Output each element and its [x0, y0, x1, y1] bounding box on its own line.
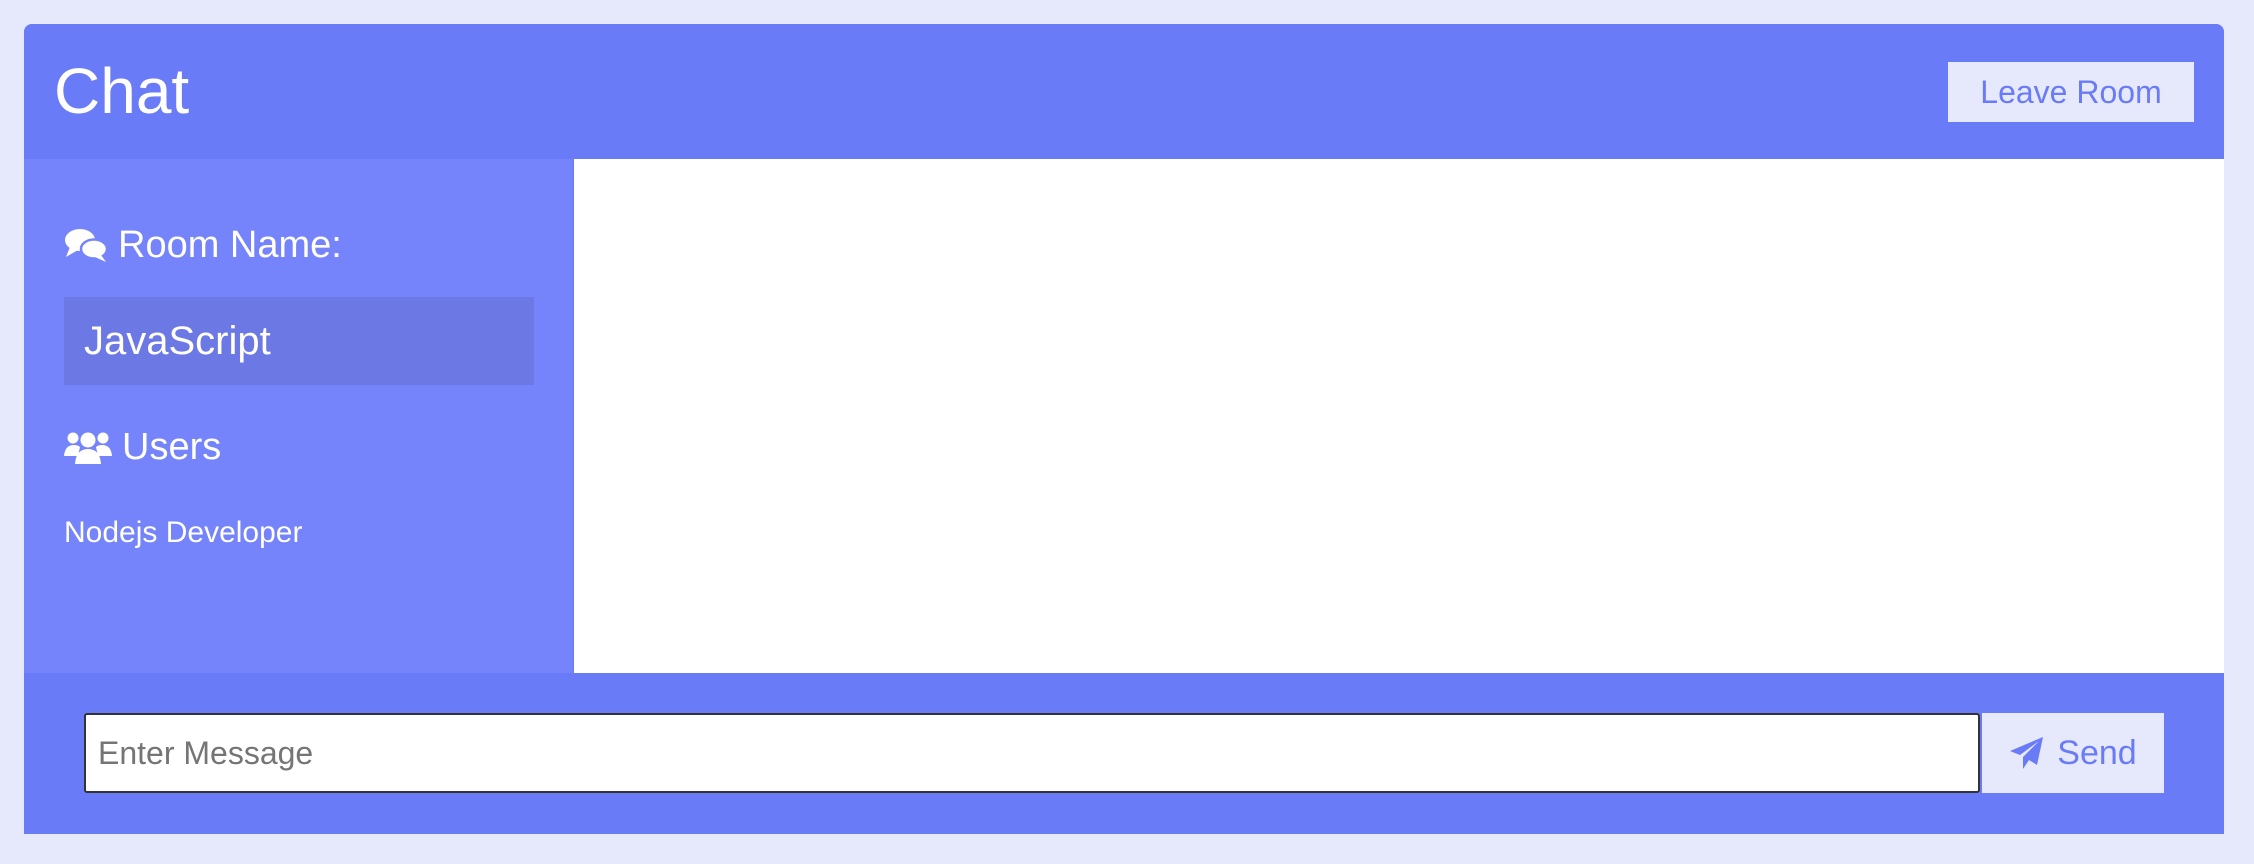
comments-icon	[64, 226, 108, 264]
message-input[interactable]	[84, 713, 1980, 793]
users-icon	[64, 429, 112, 465]
chat-sidebar: Room Name: JavaScript Users Nodejs Devel…	[24, 159, 573, 673]
chat-container: Chat Leave Room Room Name: JavaScript Us…	[24, 24, 2224, 834]
users-label: Users	[122, 426, 222, 468]
paper-plane-icon	[2009, 736, 2045, 770]
users-heading: Users	[64, 423, 221, 471]
send-button[interactable]: Send	[1982, 713, 2164, 793]
user-list: Nodejs Developer	[64, 511, 302, 555]
chat-form-container: Send	[24, 673, 2224, 834]
leave-room-button[interactable]: Leave Room	[1948, 62, 2194, 122]
room-name-box: JavaScript	[64, 297, 534, 385]
chat-messages	[574, 159, 2224, 673]
list-item: Nodejs Developer	[64, 516, 303, 549]
room-name-label: Room Name:	[118, 224, 342, 266]
room-name-heading: Room Name:	[64, 221, 342, 269]
chat-header: Chat Leave Room	[24, 24, 2224, 159]
send-button-label: Send	[2057, 733, 2137, 772]
room-name: JavaScript	[84, 319, 271, 363]
page-title: Chat	[54, 55, 190, 127]
